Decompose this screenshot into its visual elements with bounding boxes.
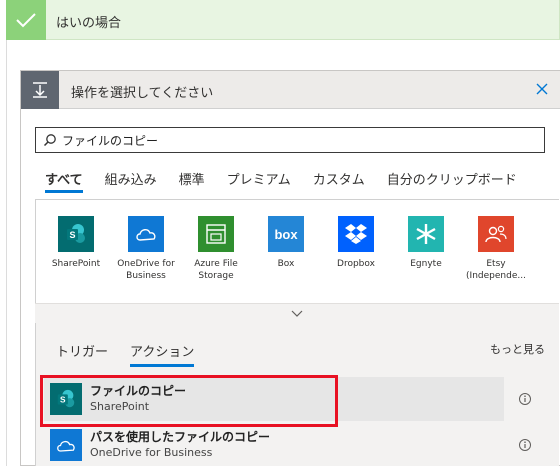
checkmark-icon	[6, 0, 46, 40]
info-icon[interactable]	[518, 438, 532, 452]
connector-label: OneDrive for Business	[117, 259, 175, 281]
sharepoint-icon: S	[58, 216, 94, 252]
search-icon	[43, 134, 56, 147]
tab-premium[interactable]: プレミアム	[227, 169, 291, 193]
action-title: パスを使用したファイルのコピー	[90, 430, 271, 444]
close-icon[interactable]	[534, 81, 550, 97]
box-icon: box	[268, 216, 304, 252]
action-copy-file-sharepoint[interactable]: S ファイルのコピー SharePoint	[44, 377, 531, 421]
tab-triggers[interactable]: トリガー	[56, 341, 108, 367]
tab-actions[interactable]: アクション	[130, 341, 195, 367]
svg-text:box: box	[274, 227, 298, 241]
connector-label: Box	[277, 259, 295, 269]
branch-title: はいの場合	[56, 16, 122, 31]
card-title: 操作を選択してください	[71, 86, 214, 101]
connector-label: SharePoint	[51, 259, 101, 269]
connector-label: Dropbox	[337, 259, 375, 269]
chevron-down-icon	[291, 310, 303, 317]
dropbox-icon	[338, 216, 374, 252]
yes-branch-header[interactable]: はいの場合	[6, 0, 560, 40]
connector-label: Egnyte	[410, 259, 442, 269]
search-input[interactable]	[62, 131, 532, 149]
action-copy-file-by-path-onedrive[interactable]: パスを使用したファイルのコピー OneDrive for Business	[44, 423, 531, 466]
action-connector-name: OneDrive for Business	[90, 446, 213, 459]
tab-built-in[interactable]: 組み込み	[105, 169, 157, 193]
connector-azure-file-storage[interactable]: Azure File Storage	[182, 216, 250, 282]
operations-panel: トリガー アクション もっと見る S ファイルのコピー SharePoint パ…	[35, 323, 559, 466]
see-more-link[interactable]: もっと見る	[490, 341, 545, 357]
connector-dropbox[interactable]: Dropbox	[322, 216, 390, 270]
connector-etsy[interactable]: Etsy (Independe...	[462, 216, 530, 282]
cloud-icon	[50, 429, 82, 461]
connector-sharepoint[interactable]: S SharePoint	[42, 216, 110, 270]
info-icon[interactable]	[518, 392, 532, 406]
tab-standard[interactable]: 標準	[179, 169, 205, 193]
expand-connectors-button[interactable]	[35, 303, 559, 323]
category-tabs: すべて 組み込み 標準 プレミアム カスタム 自分のクリップボード	[45, 169, 539, 193]
connector-label: Etsy (Independe...	[466, 259, 526, 281]
tab-custom[interactable]: カスタム	[313, 169, 365, 193]
operation-icon	[21, 71, 59, 109]
action-connector-name: SharePoint	[90, 400, 150, 413]
tab-all[interactable]: すべて	[45, 169, 83, 193]
sharepoint-icon: S	[50, 383, 82, 415]
action-title: ファイルのコピー	[90, 384, 187, 398]
egnyte-icon	[408, 216, 444, 252]
search-box[interactable]	[35, 127, 545, 153]
branch-connector-line	[6, 40, 7, 466]
tab-my-clipboard[interactable]: 自分のクリップボード	[387, 169, 517, 193]
choose-operation-card: 操作を選択してください すべて 組み込み 標準 プレミアム カスタム 自分のクリ…	[20, 70, 560, 466]
cloud-icon	[128, 216, 164, 252]
file-storage-icon	[198, 216, 234, 252]
connector-label: Azure File Storage	[194, 259, 238, 281]
svg-text:S: S	[69, 230, 75, 240]
etsy-icon	[478, 216, 514, 252]
connector-onedrive-for-business[interactable]: OneDrive for Business	[112, 216, 180, 282]
connector-box[interactable]: box Box	[252, 216, 320, 270]
card-header: 操作を選択してください	[21, 71, 560, 109]
operation-type-tabs: トリガー アクション	[56, 341, 216, 367]
connector-egnyte[interactable]: Egnyte	[392, 216, 460, 270]
svg-text:S: S	[60, 396, 66, 405]
